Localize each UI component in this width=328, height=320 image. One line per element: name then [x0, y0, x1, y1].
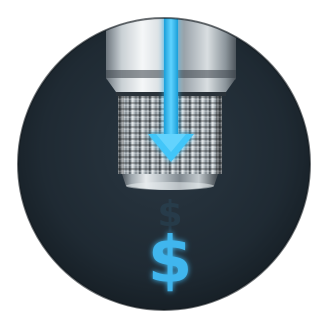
pipe-dollar-illustration: $ $ — [17, 17, 311, 311]
dollar-icon: $ — [148, 224, 193, 298]
